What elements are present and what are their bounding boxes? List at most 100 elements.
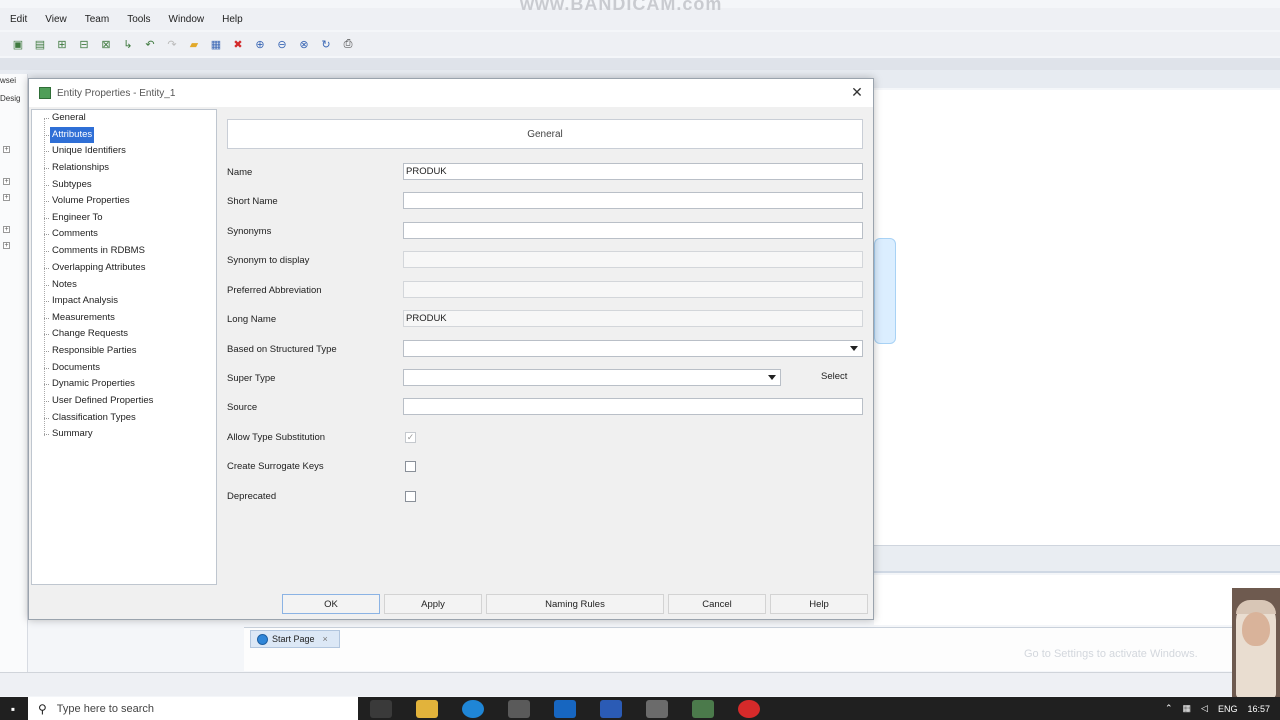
entity-icon[interactable]: ⊞ [54, 36, 70, 52]
expand-icon[interactable]: + [3, 146, 10, 153]
select-button[interactable]: Select [821, 371, 847, 388]
webcam-face [1242, 612, 1270, 646]
nav-item-responsible-parties[interactable]: Responsible Parties [44, 343, 139, 359]
source-label: Source [227, 402, 258, 413]
name-field[interactable] [403, 163, 863, 180]
volume-icon[interactable]: ◁ [1201, 703, 1208, 714]
nav-item-classification-types[interactable]: Classification Types [44, 410, 138, 426]
ok-button[interactable]: OK [282, 594, 380, 614]
nav-item-volume-properties[interactable]: Volume Properties [44, 193, 132, 209]
surrogate-keys-checkbox[interactable] [405, 461, 416, 472]
redo-icon[interactable]: ↷ [164, 36, 180, 52]
edge-icon[interactable] [462, 699, 484, 718]
clock[interactable]: 16:57 [1247, 704, 1270, 714]
relation-icon[interactable]: ⊠ [98, 36, 114, 52]
expand-icon[interactable]: + [3, 194, 10, 201]
short-name-field[interactable] [403, 192, 863, 209]
system-tray: ⌃ ▦ ◁ ENG 16:57 [1165, 697, 1270, 720]
nav-item-comments-rdbms[interactable]: Comments in RDBMS [44, 243, 147, 259]
super-type-dropdown[interactable] [403, 369, 781, 386]
long-name-field[interactable] [403, 310, 863, 327]
browser-label: wsei [0, 76, 17, 85]
sql-developer-icon[interactable] [692, 699, 714, 718]
nav-item-comments[interactable]: Comments [44, 226, 100, 242]
menu-team[interactable]: Team [85, 14, 109, 25]
menu-tools[interactable]: Tools [127, 14, 150, 25]
expand-icon[interactable]: + [3, 178, 10, 185]
mail-icon[interactable] [554, 699, 576, 718]
fit-icon[interactable]: ⊗ [296, 36, 312, 52]
expand-icon[interactable]: + [3, 242, 10, 249]
menu-window[interactable]: Window [169, 14, 205, 25]
help-button[interactable]: Help [770, 594, 868, 614]
zoom-in-icon[interactable]: ⊕ [252, 36, 268, 52]
nav-item-impact-analysis[interactable]: Impact Analysis [44, 293, 120, 309]
undo-icon[interactable]: ↶ [142, 36, 158, 52]
network-icon[interactable]: ▦ [1183, 703, 1192, 714]
chevron-down-icon [768, 375, 776, 380]
expand-icon[interactable]: + [3, 226, 10, 233]
diagram-canvas[interactable] [874, 90, 1280, 545]
open-icon[interactable]: ▤ [32, 36, 48, 52]
apply-button[interactable]: Apply [384, 594, 482, 614]
nav-item-engineer-to[interactable]: Engineer To [44, 210, 105, 226]
delete-icon[interactable]: ✖ [230, 36, 246, 52]
cancel-button[interactable]: Cancel [668, 594, 766, 614]
nav-item-notes[interactable]: Notes [44, 277, 79, 293]
new-icon[interactable]: ▣ [10, 36, 26, 52]
properties-nav-tree: General Attributes Unique Identifiers Re… [31, 109, 217, 585]
chevron-up-icon[interactable]: ⌃ [1165, 703, 1173, 714]
windows-start-icon[interactable]: ▪ [0, 697, 26, 720]
search-placeholder: Type here to search [56, 702, 155, 715]
nav-item-subtypes[interactable]: Subtypes [44, 177, 94, 193]
activate-windows-text: Go to Settings to activate Windows. [1024, 648, 1198, 660]
nav-item-measurements[interactable]: Measurements [44, 310, 117, 326]
synonyms-field[interactable] [403, 222, 863, 239]
nav-item-general[interactable]: General [44, 110, 88, 126]
language-indicator[interactable]: ENG [1218, 704, 1238, 714]
menu-help[interactable]: Help [222, 14, 243, 25]
allow-type-substitution-checkbox[interactable]: ✓ [405, 432, 416, 443]
tab-start-page[interactable]: Start Page × [250, 630, 340, 648]
structured-type-dropdown[interactable] [403, 340, 863, 357]
nav-item-relationships[interactable]: Relationships [43, 160, 111, 176]
nav-item-documents[interactable]: Documents [43, 360, 102, 376]
selected-entity-shape[interactable] [874, 238, 896, 344]
file-explorer-icon[interactable] [416, 699, 438, 718]
preferred-abbreviation-field[interactable] [403, 281, 863, 298]
menu-view[interactable]: View [45, 14, 67, 25]
menu-edit[interactable]: Edit [10, 14, 27, 25]
word-icon[interactable] [600, 699, 622, 718]
globe-icon [257, 633, 268, 645]
app-icon[interactable] [646, 699, 668, 718]
nav-item-summary[interactable]: Summary [44, 426, 95, 442]
task-view-icon[interactable] [370, 699, 392, 718]
deprecated-checkbox[interactable] [405, 491, 416, 502]
panel-splitter[interactable] [874, 545, 1280, 573]
super-type-label: Super Type [227, 373, 276, 384]
structured-type-label: Based on Structured Type [227, 344, 337, 355]
synonym-display-field[interactable] [403, 251, 863, 268]
store-icon[interactable] [508, 699, 530, 718]
close-icon[interactable]: ✕ [849, 84, 865, 100]
naming-rules-button[interactable]: Naming Rules [486, 594, 664, 614]
zoom-out-icon[interactable]: ⊖ [274, 36, 290, 52]
allow-type-substitution-label: Allow Type Substitution [227, 432, 326, 443]
bandicam-icon[interactable] [738, 699, 760, 718]
nav-item-user-defined-properties[interactable]: User Defined Properties [43, 393, 155, 409]
print-icon[interactable]: ⎙ [340, 36, 356, 52]
nav-item-overlapping-attributes[interactable]: Overlapping Attributes [43, 260, 147, 276]
nav-item-change-requests[interactable]: Change Requests [43, 326, 130, 342]
grid-icon[interactable]: ▦ [208, 36, 224, 52]
folder-icon[interactable]: ▰ [186, 36, 202, 52]
nav-item-unique-identifiers[interactable]: Unique Identifiers [44, 143, 128, 159]
dialog-titlebar[interactable]: Entity Properties - Entity_1 ✕ [29, 79, 873, 107]
taskbar-search[interactable]: ⚲ Type here to search [28, 697, 358, 720]
refresh-icon[interactable]: ↻ [318, 36, 334, 52]
arrow-icon[interactable]: ↳ [120, 36, 136, 52]
nav-item-attributes[interactable]: Attributes [43, 127, 95, 143]
source-field[interactable] [403, 398, 863, 415]
nav-item-dynamic-properties[interactable]: Dynamic Properties [44, 376, 137, 392]
close-icon[interactable]: × [323, 634, 328, 644]
view-icon[interactable]: ⊟ [76, 36, 92, 52]
